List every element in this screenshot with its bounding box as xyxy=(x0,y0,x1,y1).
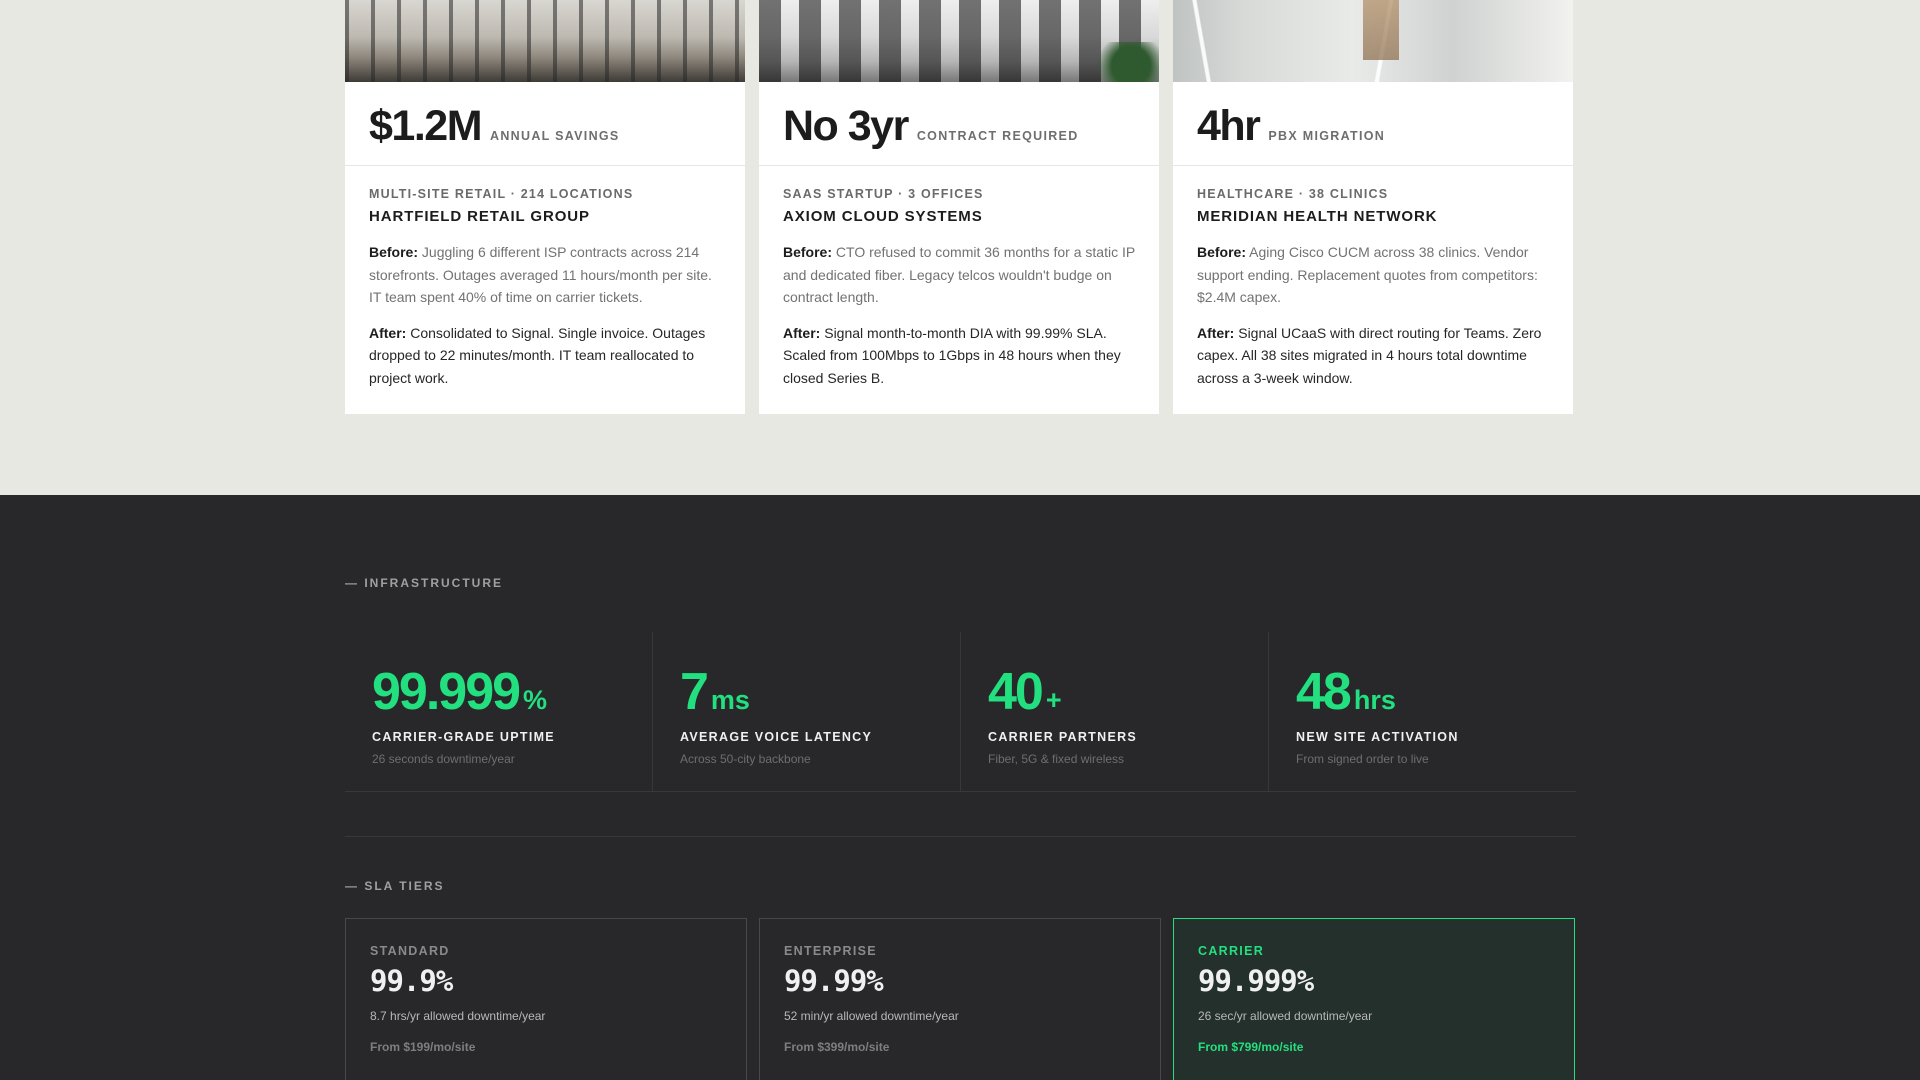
card-after-text: After: Signal month-to-month DIA with 99… xyxy=(783,322,1135,390)
after-description: Signal month-to-month DIA with 99.99% SL… xyxy=(783,324,1121,386)
metric-title: CARRIER-GRADE UPTIME xyxy=(372,730,555,744)
metric-unit: % xyxy=(523,685,548,715)
after-label: After: xyxy=(1197,324,1235,341)
sla-tiers: STANDARD 99.9% 8.7 hrs/yr allowed downti… xyxy=(345,918,1576,1080)
metric-uptime: 99.999 % CARRIER-GRADE UPTIME 26 seconds… xyxy=(345,632,653,791)
before-label: Before: xyxy=(369,244,419,260)
card-body: HEALTHCARE · 38 CLINICS MERIDIAN HEALTH … xyxy=(1173,166,1573,389)
card-stat-value: No 3yr xyxy=(783,102,909,150)
card-company-name: AXIOM CLOUD SYSTEMS xyxy=(783,208,983,225)
metric-unit: hrs xyxy=(1353,685,1396,715)
metric-value: 40 + xyxy=(988,662,1241,722)
infrastructure-heading: — INFRASTRUCTURE xyxy=(345,576,503,590)
case-study-card-saas: No 3yr CONTRACT REQUIRED SAAS STARTUP · … xyxy=(759,0,1159,414)
office-workspace-photo xyxy=(759,0,1159,82)
tier-allowance: 26 sec/yr allowed downtime/year xyxy=(1198,1009,1373,1023)
card-body: MULTI-SITE RETAIL · 214 LOCATIONS HARTFI… xyxy=(345,166,745,389)
card-after-text: After: Consolidated to Signal. Single in… xyxy=(369,322,721,390)
metric-value: 99.999 % xyxy=(372,662,625,722)
card-before-text: Before: Aging Cisco CUCM across 38 clini… xyxy=(1197,241,1549,309)
tier-price: From $199/mo/site xyxy=(370,1040,476,1054)
card-stat-caption: ANNUAL SAVINGS xyxy=(490,129,620,143)
case-study-cards: $1.2M ANNUAL SAVINGS MULTI-SITE RETAIL ·… xyxy=(345,0,1575,414)
card-after-text: After: Signal UCaaS with direct routing … xyxy=(1197,322,1549,390)
tier-name: CARRIER xyxy=(1198,944,1265,958)
card-meta: HEALTHCARE · 38 CLINICS xyxy=(1197,187,1389,201)
after-label: After: xyxy=(369,324,407,341)
metric-carrier-partners: 40 + CARRIER PARTNERS Fiber, 5G & fixed … xyxy=(961,632,1269,791)
card-body: SAAS STARTUP · 3 OFFICES AXIOM CLOUD SYS… xyxy=(759,166,1159,389)
metric-value: 7 ms xyxy=(680,662,933,722)
clinic-hallway-photo xyxy=(1173,0,1573,82)
before-label: Before: xyxy=(1197,244,1247,260)
section-divider xyxy=(345,836,1576,837)
metric-unit: + xyxy=(1045,685,1062,715)
before-description: CTO refused to commit 36 months for a st… xyxy=(783,244,1135,305)
card-before-text: Before: CTO refused to commit 36 months … xyxy=(783,241,1135,309)
card-before-text: Before: Juggling 6 different ISP contrac… xyxy=(369,241,721,309)
tier-uptime-value: 99.99% xyxy=(784,964,884,998)
card-stat-caption: CONTRACT REQUIRED xyxy=(916,129,1079,143)
metric-number: 99.999 xyxy=(372,663,521,721)
tier-name: ENTERPRISE xyxy=(784,944,877,958)
metric-site-activation: 48 hrs NEW SITE ACTIVATION From signed o… xyxy=(1269,632,1576,791)
tier-uptime-value: 99.9% xyxy=(370,964,453,998)
before-description: Juggling 6 different ISP contracts acros… xyxy=(369,244,712,305)
metric-value: 48 hrs xyxy=(1296,662,1549,722)
case-studies-section: $1.2M ANNUAL SAVINGS MULTI-SITE RETAIL ·… xyxy=(0,0,1920,495)
before-description: Aging Cisco CUCM across 38 clinics. Vend… xyxy=(1197,244,1538,305)
after-description: Signal UCaaS with direct routing for Tea… xyxy=(1197,324,1542,386)
metric-subtitle: Fiber, 5G & fixed wireless xyxy=(988,752,1125,766)
sla-tier-carrier[interactable]: CARRIER 99.999% 26 sec/yr allowed downti… xyxy=(1173,918,1575,1080)
metric-unit: ms xyxy=(710,685,750,715)
after-label: After: xyxy=(783,324,821,341)
card-stat-row: No 3yr CONTRACT REQUIRED xyxy=(759,82,1159,166)
sla-tier-enterprise[interactable]: ENTERPRISE 99.99% 52 min/yr allowed down… xyxy=(759,918,1161,1080)
metric-number: 40 xyxy=(988,663,1044,721)
sla-tier-standard[interactable]: STANDARD 99.9% 8.7 hrs/yr allowed downti… xyxy=(345,918,747,1080)
retail-store-photo xyxy=(345,0,745,82)
metric-subtitle: 26 seconds downtime/year xyxy=(372,752,515,766)
tier-price: From $799/mo/site xyxy=(1198,1040,1304,1054)
card-stat-caption: PBX MIGRATION xyxy=(1268,129,1386,143)
metric-title: AVERAGE VOICE LATENCY xyxy=(680,730,873,744)
infrastructure-section: — INFRASTRUCTURE 99.999 % CARRIER-GRADE … xyxy=(0,495,1920,1080)
card-company-name: MERIDIAN HEALTH NETWORK xyxy=(1197,208,1438,225)
infrastructure-metrics: 99.999 % CARRIER-GRADE UPTIME 26 seconds… xyxy=(345,632,1576,792)
metric-title: CARRIER PARTNERS xyxy=(988,730,1138,744)
metric-number: 7 xyxy=(680,663,709,721)
card-stat-row: 4hr PBX MIGRATION xyxy=(1173,82,1573,166)
card-stat-value: $1.2M xyxy=(369,102,483,150)
metric-subtitle: From signed order to live xyxy=(1296,752,1429,766)
case-study-card-healthcare: 4hr PBX MIGRATION HEALTHCARE · 38 CLINIC… xyxy=(1173,0,1573,414)
card-stat-row: $1.2M ANNUAL SAVINGS xyxy=(345,82,745,166)
tier-allowance: 52 min/yr allowed downtime/year xyxy=(784,1009,959,1023)
card-company-name: HARTFIELD RETAIL GROUP xyxy=(369,208,590,225)
metric-number: 48 xyxy=(1296,663,1352,721)
case-study-card-retail: $1.2M ANNUAL SAVINGS MULTI-SITE RETAIL ·… xyxy=(345,0,745,414)
metric-subtitle: Across 50-city backbone xyxy=(680,752,811,766)
metric-latency: 7 ms AVERAGE VOICE LATENCY Across 50-cit… xyxy=(653,632,961,791)
before-label: Before: xyxy=(783,244,833,260)
card-meta: SAAS STARTUP · 3 OFFICES xyxy=(783,187,984,201)
tier-allowance: 8.7 hrs/yr allowed downtime/year xyxy=(370,1009,546,1023)
card-stat-value: 4hr xyxy=(1197,102,1261,150)
metric-title: NEW SITE ACTIVATION xyxy=(1296,730,1459,744)
after-description: Consolidated to Signal. Single invoice. … xyxy=(369,324,706,386)
tier-price: From $399/mo/site xyxy=(784,1040,890,1054)
card-meta: MULTI-SITE RETAIL · 214 LOCATIONS xyxy=(369,187,634,201)
sla-tiers-heading: — SLA TIERS xyxy=(345,879,445,893)
tier-uptime-value: 99.999% xyxy=(1198,964,1314,998)
tier-name: STANDARD xyxy=(370,944,450,958)
